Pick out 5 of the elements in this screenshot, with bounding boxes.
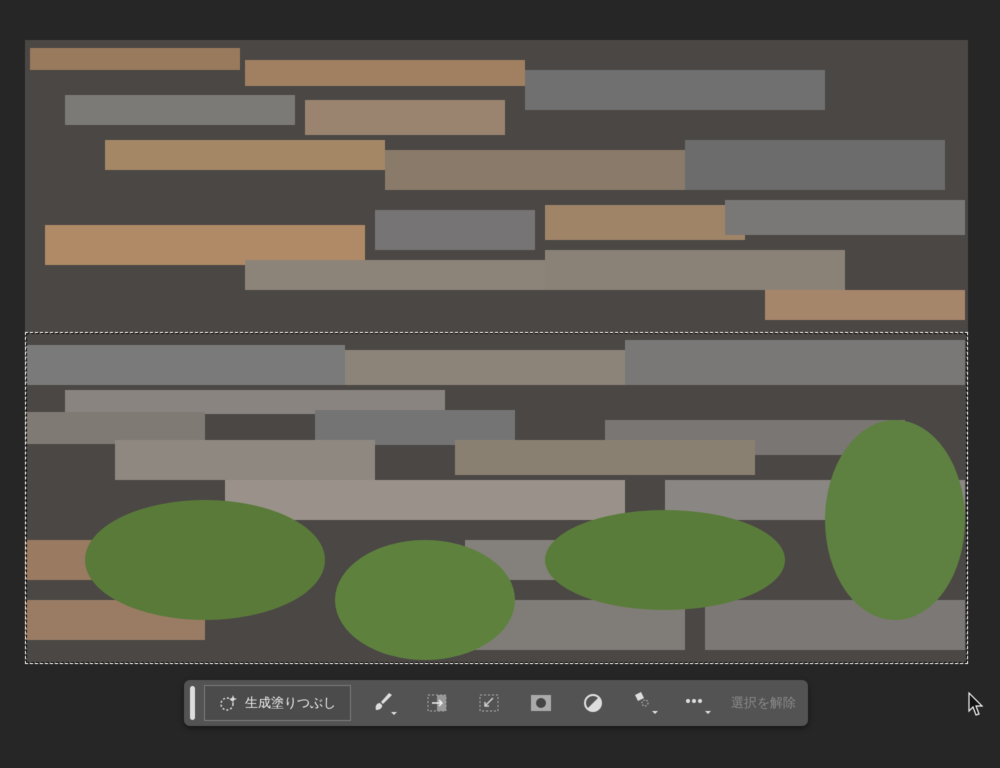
generative-fill-button[interactable]: 生成塗りつぶし	[204, 685, 351, 721]
drag-handle[interactable]	[190, 686, 195, 720]
selection-marquee[interactable]	[25, 332, 968, 664]
cursor-icon	[968, 692, 986, 718]
sparkle-icon	[219, 694, 237, 712]
